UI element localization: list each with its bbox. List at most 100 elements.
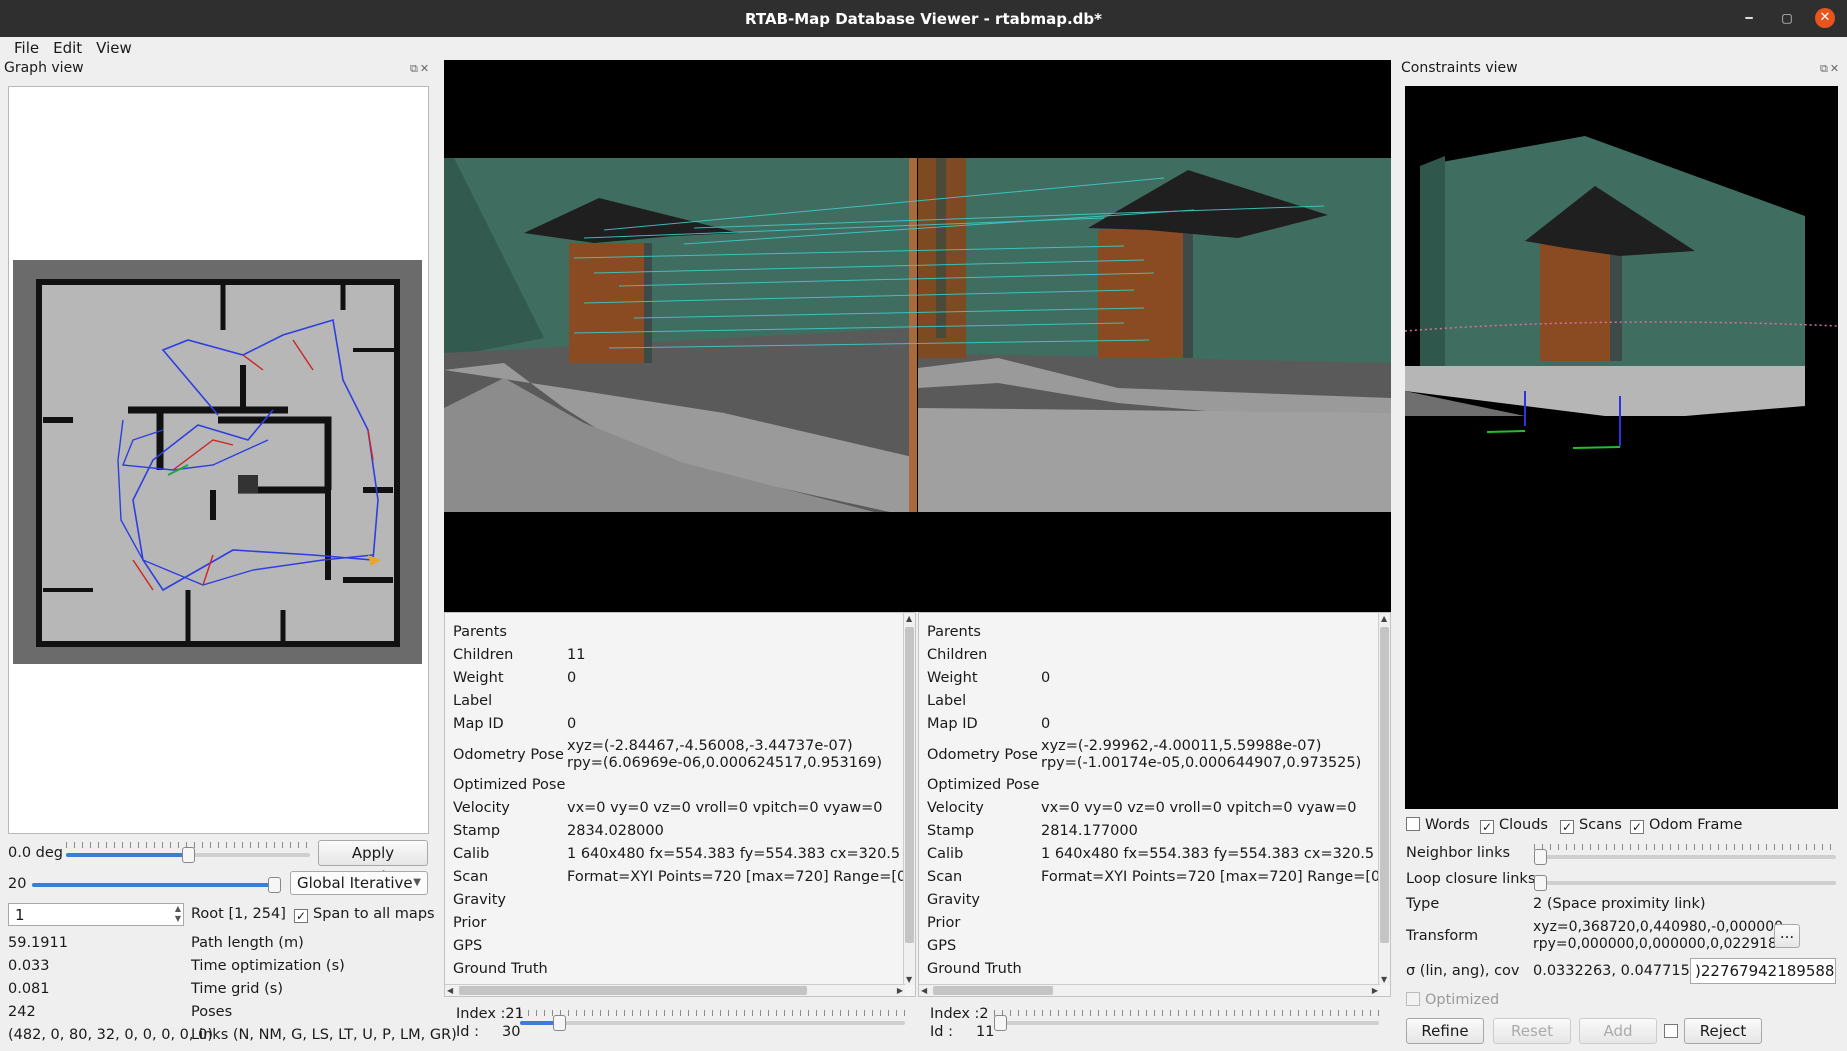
loop-closure-links-slider[interactable] bbox=[1534, 870, 1836, 892]
info-row: Scan Format=XYI Points=720 [max=720] Rang… bbox=[927, 869, 1391, 885]
root-label: Root [1, 254] bbox=[191, 906, 286, 922]
info-row: Calib 1 640x480 fx=554.383 fy=554.383 cx=… bbox=[927, 846, 1391, 862]
sigma-label: σ (lin, ang), cov bbox=[1406, 963, 1520, 979]
optimized-checkbox[interactable]: Optimized bbox=[1406, 992, 1499, 1008]
window-title: RTAB-Map Database Viewer - rtabmap.db* bbox=[745, 9, 1102, 28]
info-row: Prior bbox=[927, 915, 961, 931]
rotation-slider[interactable] bbox=[66, 842, 310, 864]
spin-arrows-icon[interactable]: ▲ ▼ bbox=[175, 904, 181, 924]
left-node-info: Parents Children 11 Weight 0 Label Map ID 0… bbox=[444, 612, 916, 997]
apply-rotation-button[interactable]: Apply Rotation bbox=[318, 840, 428, 886]
checkbox-checked-icon[interactable]: ✓ bbox=[294, 909, 308, 923]
image-views bbox=[444, 60, 1391, 612]
stat-label: Links (N, NM, G, LS, LT, U, P, LM, GR) bbox=[191, 1027, 457, 1043]
stat-label: Time grid (s) bbox=[191, 981, 283, 997]
info-row: GPS bbox=[453, 938, 483, 954]
type-value: 2 (Space proximity link) bbox=[1533, 896, 1706, 912]
span-all-maps-checkbox[interactable]: ✓ Span to all maps bbox=[294, 906, 435, 923]
add-button[interactable]: Add bbox=[1579, 1018, 1657, 1044]
left-index-slider[interactable] bbox=[520, 1010, 905, 1032]
info-row: Gravity bbox=[927, 892, 980, 908]
left-id-value: 30 bbox=[502, 1024, 521, 1040]
occupancy-grid-map bbox=[13, 260, 422, 664]
menu-edit[interactable]: Edit bbox=[49, 37, 86, 60]
close-icon[interactable]: ✕ bbox=[1815, 8, 1835, 28]
stat-label: Time optimization (s) bbox=[191, 958, 345, 974]
stat-value: 59.1911 bbox=[8, 935, 68, 951]
checkbox-checked-icon[interactable]: ✓ bbox=[1480, 820, 1494, 834]
info-row: Velocity vx=0 vy=0 vz=0 vroll=0 vpitch=0 … bbox=[927, 800, 1357, 816]
iterations-value: 20 bbox=[8, 876, 27, 892]
info-row: Map ID 0 bbox=[453, 716, 577, 732]
checkbox-unchecked-icon[interactable] bbox=[1664, 1024, 1678, 1038]
info-row: Optimized Pose bbox=[927, 777, 1040, 793]
reject-button[interactable]: Reject bbox=[1684, 1018, 1762, 1044]
right-id-label: Id : bbox=[930, 1024, 953, 1040]
info-row: GPS bbox=[927, 938, 957, 954]
left-id-label: Id : bbox=[456, 1024, 479, 1040]
words-label: Words bbox=[1425, 817, 1470, 833]
clouds-checkbox[interactable]: ✓ Clouds bbox=[1480, 817, 1548, 834]
constraints-view-title: Constraints view bbox=[1401, 60, 1518, 76]
stat-value: (482, 0, 80, 32, 0, 0, 0, 0, 0) bbox=[8, 1027, 213, 1043]
graph-view-title: Graph view bbox=[4, 60, 84, 76]
graph-canvas[interactable] bbox=[8, 86, 429, 834]
info-row: Children 11 bbox=[453, 647, 586, 663]
stat-label: Poses bbox=[191, 1004, 233, 1020]
info-row: Prior bbox=[453, 915, 487, 931]
info-row: Scan Format=XYI Points=720 [max=720] Rang… bbox=[453, 869, 916, 885]
reset-button[interactable]: Reset bbox=[1493, 1018, 1571, 1044]
maximize-icon[interactable]: ▢ bbox=[1777, 8, 1797, 28]
words-checkbox[interactable]: Words bbox=[1406, 817, 1470, 833]
scans-label: Scans bbox=[1579, 817, 1622, 833]
constraints-dock-buttons[interactable]: ⧉✕ bbox=[1820, 62, 1841, 76]
right-info-hscrollbar[interactable]: ◀ ▶ bbox=[919, 984, 1380, 996]
chevron-down-icon: ▼ bbox=[413, 877, 421, 888]
scans-checkbox[interactable]: ✓ Scans bbox=[1560, 817, 1622, 834]
checkbox-checked-icon[interactable]: ✓ bbox=[1630, 820, 1644, 834]
checkbox-unchecked-icon[interactable] bbox=[1406, 817, 1420, 831]
sigma-value: 0.0332263, 0.0477158 bbox=[1533, 963, 1700, 979]
odom-frame-label: Odom Frame bbox=[1649, 817, 1743, 833]
info-row: Label bbox=[927, 693, 967, 709]
info-row: Label bbox=[453, 693, 493, 709]
optimizer-select[interactable]: Global Iterative ▼ bbox=[290, 871, 428, 895]
stat-value: 0.033 bbox=[8, 958, 50, 974]
graph-dock-buttons[interactable]: ⧉✕ bbox=[410, 62, 431, 76]
info-row: Weight 0 bbox=[453, 670, 577, 686]
menu-view[interactable]: View bbox=[92, 37, 136, 60]
refine-button[interactable]: Refine bbox=[1406, 1018, 1484, 1044]
left-index-label: Index :21 bbox=[456, 1006, 524, 1022]
right-index-slider[interactable] bbox=[994, 1010, 1379, 1032]
right-id-value: 11 bbox=[976, 1024, 995, 1040]
info-row: Map ID 0 bbox=[927, 716, 1051, 732]
constraints-3d-view[interactable] bbox=[1405, 86, 1838, 809]
type-label: Type bbox=[1406, 896, 1440, 912]
rotation-value: 0.0 deg bbox=[8, 845, 63, 861]
checkbox-unchecked-icon[interactable] bbox=[1406, 992, 1420, 1006]
span-all-maps-label: Span to all maps bbox=[313, 906, 435, 922]
info-row: Odometry Posexyz=(-2.99962,-4.00011,5.59… bbox=[927, 738, 1362, 771]
menu-file[interactable]: File bbox=[10, 37, 43, 60]
root-spinbox[interactable]: 1 ▲ ▼ bbox=[8, 903, 184, 926]
covariance-field[interactable]: )2276794218958822] bbox=[1690, 958, 1836, 984]
root-spinbox-value: 1 bbox=[15, 906, 25, 924]
minimize-icon[interactable]: ━ bbox=[1739, 8, 1759, 28]
neighbor-links-slider[interactable] bbox=[1534, 844, 1836, 866]
info-row: Weight 0 bbox=[927, 670, 1051, 686]
checkbox-checked-icon[interactable]: ✓ bbox=[1560, 820, 1574, 834]
transform-more-button[interactable]: ... bbox=[1774, 924, 1800, 948]
info-row: Parents bbox=[927, 624, 981, 640]
info-row: Calib 1 640x480 fx=554.383 fy=554.383 cx=… bbox=[453, 846, 916, 862]
left-info-vscrollbar[interactable]: ▲ ▼ bbox=[903, 613, 915, 985]
optimized-label: Optimized bbox=[1425, 992, 1500, 1008]
right-info-vscrollbar[interactable]: ▲ ▼ bbox=[1378, 613, 1390, 985]
info-row: Gravity bbox=[453, 892, 506, 908]
left-info-hscrollbar[interactable]: ◀ ▶ bbox=[445, 984, 905, 996]
info-row: Ground Truth bbox=[927, 961, 1022, 977]
info-row: Stamp 2834.028000 bbox=[453, 823, 664, 839]
odom-frame-checkbox[interactable]: ✓ Odom Frame bbox=[1630, 817, 1742, 834]
transform-label: Transform bbox=[1406, 928, 1479, 944]
info-row: Velocity vx=0 vy=0 vz=0 vroll=0 vpitch=0 … bbox=[453, 800, 883, 816]
iterations-slider[interactable] bbox=[32, 872, 281, 894]
